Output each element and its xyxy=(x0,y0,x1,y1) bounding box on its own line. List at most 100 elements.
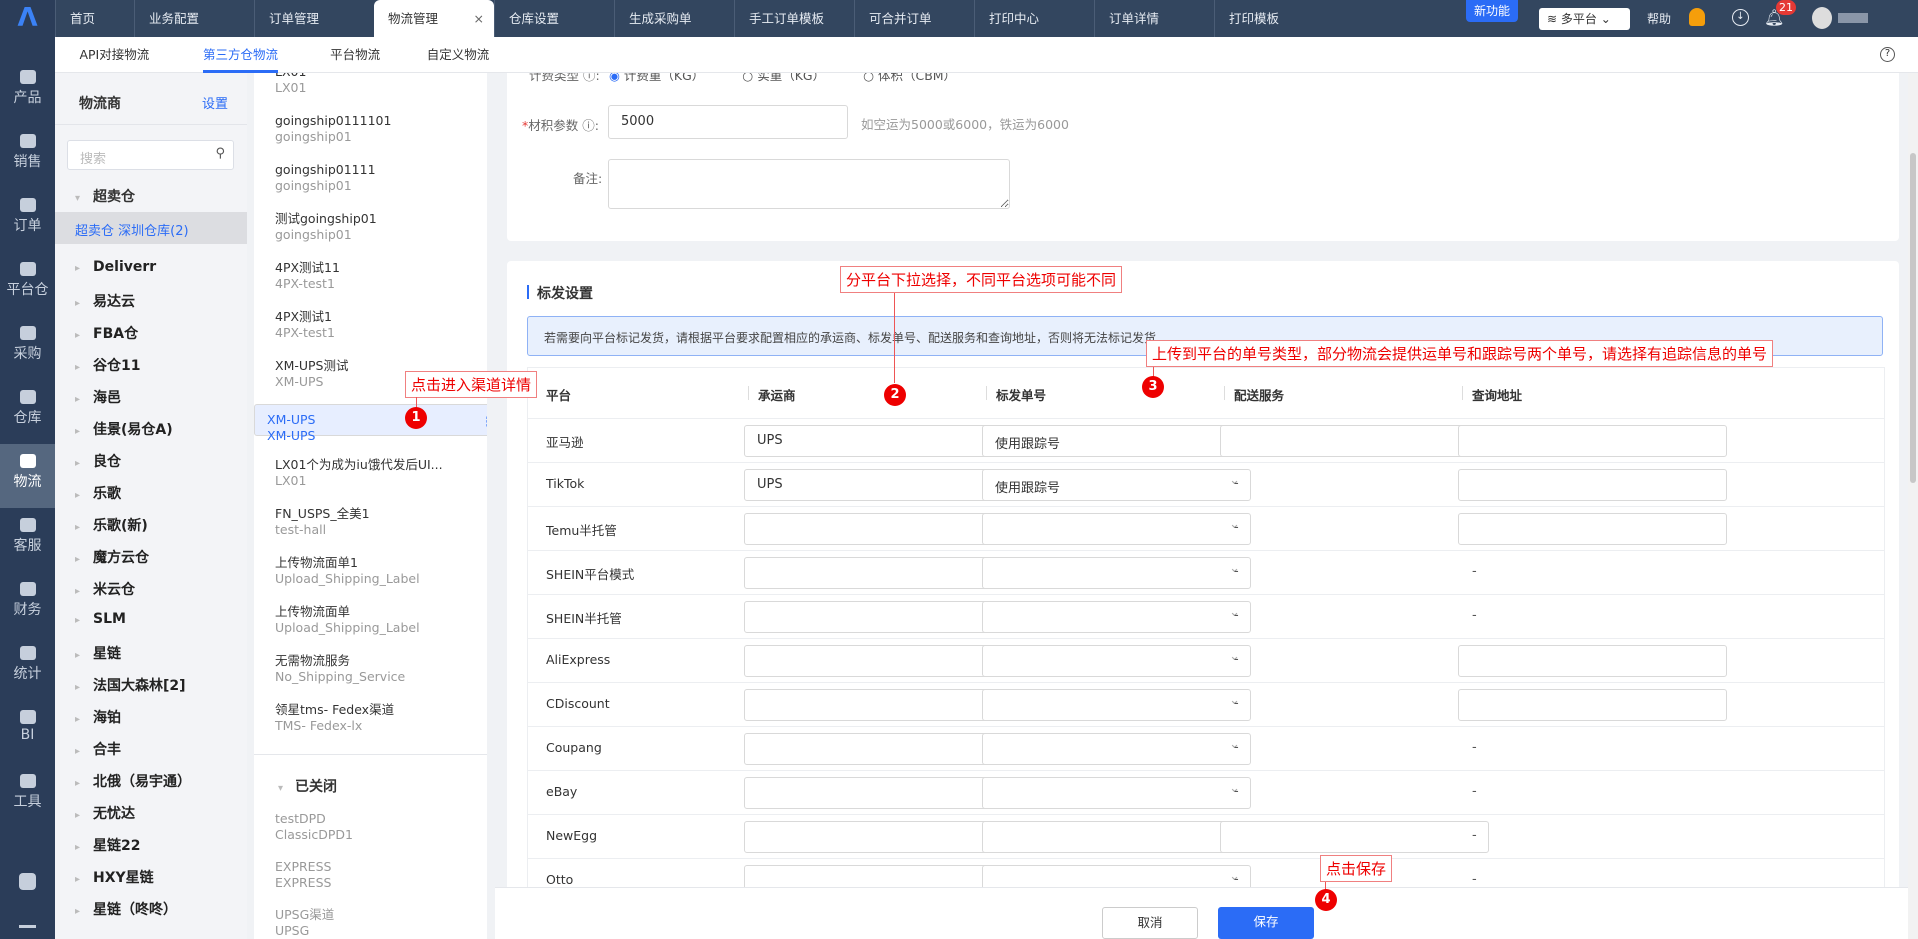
channel-item[interactable]: FN_USPS_全美1 test-hall xyxy=(254,503,487,547)
provider-item[interactable]: 星链 xyxy=(75,643,121,663)
provider-item[interactable]: 海铂 xyxy=(75,707,121,727)
carrier-select[interactable] xyxy=(744,557,1013,589)
closed-channel-item[interactable]: UPSG渠道 UPSG xyxy=(254,904,487,939)
provider-item[interactable]: 米云仓 xyxy=(75,579,135,599)
app-logo[interactable]: Λ xyxy=(0,0,55,37)
download-icon[interactable]: ↓ xyxy=(1732,9,1749,26)
tracking-type-select[interactable] xyxy=(982,601,1251,633)
radio-actual-weight[interactable]: ○ 实重（KG） xyxy=(742,73,825,84)
provider-item[interactable]: 乐歌 xyxy=(75,483,121,503)
nav-item-9[interactable]: 统计 xyxy=(0,636,55,700)
nav-item-6[interactable]: 物流 xyxy=(0,444,55,508)
nav-item-4[interactable]: 采购 xyxy=(0,316,55,380)
top-tab-0[interactable]: 首页 xyxy=(55,0,134,37)
query-input[interactable] xyxy=(1458,689,1727,721)
query-input[interactable] xyxy=(1458,425,1727,457)
carrier-select[interactable] xyxy=(744,821,1013,853)
channel-item[interactable]: LX01LX01 xyxy=(254,73,487,105)
query-input[interactable] xyxy=(1458,645,1727,677)
top-tab-8[interactable]: 打印中心 xyxy=(974,0,1094,37)
provider-item[interactable]: SLM xyxy=(75,611,126,627)
new-feature-badge[interactable]: 新功能 xyxy=(1466,0,1518,22)
nav-item-2[interactable]: 订单 xyxy=(0,188,55,252)
closed-channel-item[interactable]: testDPD ClassicDPD1 xyxy=(254,808,487,852)
nav-item-5[interactable]: 仓库 xyxy=(0,380,55,444)
nav-item-0[interactable]: 产品 xyxy=(0,60,55,124)
carrier-select[interactable]: UPS xyxy=(744,425,1013,457)
provider-settings-link[interactable]: 设置 xyxy=(202,93,228,112)
provider-item[interactable]: 魔方云仓 xyxy=(75,547,149,567)
channel-item[interactable]: XM-UPSXM-UPS ⋮ xyxy=(254,404,487,443)
query-input[interactable] xyxy=(1458,513,1727,545)
top-tab-7[interactable]: 可合并订单 xyxy=(854,0,974,37)
service-input[interactable] xyxy=(1220,425,1489,457)
help-link[interactable]: 帮助 xyxy=(1647,10,1671,27)
tracking-type-select[interactable] xyxy=(982,865,1251,887)
tracking-type-select[interactable] xyxy=(982,513,1251,545)
tracking-type-select[interactable] xyxy=(982,557,1251,589)
subtab-1[interactable]: 第三方仓物流 xyxy=(202,37,278,73)
provider-item[interactable]: HXY星链 xyxy=(75,867,154,887)
settings-icon[interactable] xyxy=(19,873,36,890)
nav-item-1[interactable]: 销售 xyxy=(0,124,55,188)
remark-textarea[interactable] xyxy=(608,159,1010,209)
more-options-icon[interactable]: ⋮ xyxy=(481,415,487,430)
provider-item[interactable]: 谷仓11 xyxy=(75,355,140,375)
nav-item-8[interactable]: 财务 xyxy=(0,572,55,636)
tracking-type-select[interactable]: 使用跟踪号 xyxy=(982,469,1251,501)
closed-channel-item[interactable]: EXPRESS EXPRESS xyxy=(254,856,487,900)
platform-switch-button[interactable]: ≋ 多平台 ⌄ xyxy=(1539,8,1630,30)
tracking-type-select[interactable]: 使用跟踪号 xyxy=(982,425,1251,457)
tracking-type-select[interactable] xyxy=(982,645,1251,677)
closed-group-header[interactable]: ▾ 已关闭 xyxy=(278,776,337,796)
nav-item-3[interactable]: 平台仓 xyxy=(0,252,55,316)
top-tab-3[interactable]: 物流管理 × xyxy=(374,0,494,37)
avatar[interactable] xyxy=(1812,7,1832,29)
carrier-select[interactable] xyxy=(744,513,1013,545)
top-tab-4[interactable]: 仓库设置 xyxy=(494,0,614,37)
tracking-type-select[interactable] xyxy=(982,733,1251,765)
carrier-select[interactable]: UPS xyxy=(744,469,1013,501)
carrier-select[interactable] xyxy=(744,733,1013,765)
provider-item[interactable]: 合丰 xyxy=(75,739,121,759)
channel-item[interactable]: 上传物流面单1 Upload_Shipping_Label xyxy=(254,552,487,596)
provider-item[interactable]: Deliverr xyxy=(75,259,156,275)
provider-item[interactable]: 无忧达 xyxy=(75,803,135,823)
top-tab-10[interactable]: 打印模板 xyxy=(1214,0,1334,37)
scrollbar-thumb[interactable] xyxy=(1910,153,1916,483)
channel-item[interactable]: 4PX测试11 4PX-test1 xyxy=(254,257,487,301)
channel-item[interactable]: 无需物流服务 No_Shipping_Service xyxy=(254,650,487,694)
channel-item[interactable]: 上传物流面单 Upload_Shipping_Label xyxy=(254,601,487,645)
provider-group[interactable]: ▾ 超卖仓 xyxy=(75,186,135,206)
channel-item[interactable]: 测试goingship01 goingship01 xyxy=(254,208,487,252)
provider-search-input[interactable]: 搜索 ⚲ xyxy=(67,140,234,170)
nav-item-7[interactable]: 客服 xyxy=(0,508,55,572)
tracking-type-select[interactable] xyxy=(982,821,1251,853)
channel-item[interactable]: goingship01111 goingship01 xyxy=(254,159,487,203)
carrier-select[interactable] xyxy=(744,645,1013,677)
provider-item[interactable]: 海邑 xyxy=(75,387,121,407)
close-tab-icon[interactable]: × xyxy=(474,0,484,37)
scrollbar[interactable] xyxy=(1908,73,1918,939)
top-tab-5[interactable]: 生成采购单 xyxy=(614,0,734,37)
top-tab-2[interactable]: 订单管理 xyxy=(254,0,374,37)
radio-volume[interactable]: ○ 体积（CBM） xyxy=(863,73,956,84)
provider-item[interactable]: 北俄（易宇通） xyxy=(75,771,191,791)
subtab-3[interactable]: 自定义物流 xyxy=(427,37,490,73)
provider-item[interactable]: 星链（咚咚） xyxy=(75,899,177,919)
query-input[interactable] xyxy=(1458,469,1727,501)
top-tab-1[interactable]: 业务配置 xyxy=(134,0,254,37)
save-button[interactable]: 保存 xyxy=(1218,907,1314,939)
username-redacted[interactable] xyxy=(1838,13,1868,23)
carrier-select[interactable] xyxy=(744,601,1013,633)
provider-item[interactable]: 乐歌(新) xyxy=(75,515,148,535)
channel-item[interactable]: 4PX测试1 4PX-test1 xyxy=(254,306,487,350)
cancel-button[interactable]: 取消 xyxy=(1102,907,1198,939)
channel-item[interactable]: goingship0111101 goingship01 xyxy=(254,110,487,154)
channel-item[interactable]: LX01个为成为iu饿代发后UI... LX01 xyxy=(254,454,487,498)
volume-input[interactable]: 5000 xyxy=(608,105,848,139)
tracking-type-select[interactable] xyxy=(982,689,1251,721)
provider-item[interactable]: 佳景(易仓A) xyxy=(75,419,173,439)
top-tab-9[interactable]: 订单详情 xyxy=(1094,0,1214,37)
subtab-0[interactable]: API对接物流 xyxy=(79,37,149,73)
